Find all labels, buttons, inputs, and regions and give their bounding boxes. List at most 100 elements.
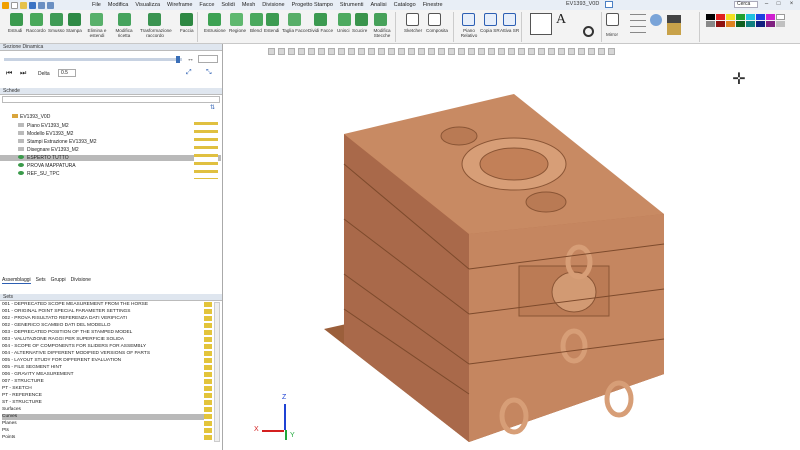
- dynamic-swap-icon[interactable]: ↔: [187, 56, 194, 63]
- fillet-transform-icon[interactable]: [148, 13, 161, 26]
- view-icon[interactable]: [438, 48, 445, 55]
- tree-item[interactable]: REF_SU_TPC: [0, 171, 221, 177]
- layer-row[interactable]: 005 - LAYOUT STUDY FOR DIFFERENT EVALUAT…: [2, 358, 212, 364]
- menu-modifica[interactable]: Modifica: [108, 2, 128, 8]
- brush-icon[interactable]: [667, 15, 681, 35]
- menu-facce[interactable]: Facce: [199, 2, 214, 8]
- line-tools-icon[interactable]: [530, 13, 552, 35]
- save-icon[interactable]: [29, 1, 36, 9]
- view-icon[interactable]: [368, 48, 375, 55]
- layer-row[interactable]: Points: [2, 435, 212, 441]
- color-swatch-magenta[interactable]: [766, 14, 775, 20]
- maximize-icon[interactable]: □: [774, 1, 783, 8]
- tree-item[interactable]: PROVA MAPPATURA: [0, 163, 221, 169]
- view-icon[interactable]: [318, 48, 325, 55]
- stamp-icon[interactable]: [68, 13, 81, 26]
- app-logo-icon[interactable]: [2, 1, 9, 9]
- menu-catalogo[interactable]: Catalogo: [394, 2, 416, 8]
- color-swatch-teal[interactable]: [746, 21, 755, 27]
- navigation-cube-icon[interactable]: ✛: [729, 70, 749, 90]
- mold-model[interactable]: [224, 44, 800, 450]
- mirror-icon[interactable]: [606, 13, 619, 26]
- menu-finestre[interactable]: Finestre: [423, 2, 443, 8]
- view-icon[interactable]: [558, 48, 565, 55]
- tree-item-selected[interactable]: ESPERTO TUTTO: [0, 155, 221, 161]
- view-icon[interactable]: [598, 48, 605, 55]
- view-icon[interactable]: [268, 48, 275, 55]
- view-icon[interactable]: [478, 48, 485, 55]
- view-icon[interactable]: [458, 48, 465, 55]
- color-swatch-green[interactable]: [736, 14, 745, 20]
- menu-visualizza[interactable]: Visualizza: [135, 2, 160, 8]
- tree-filter-input[interactable]: [2, 96, 220, 103]
- view-icon[interactable]: [568, 48, 575, 55]
- extrusion-icon[interactable]: [208, 13, 221, 26]
- color-swatch-red[interactable]: [716, 14, 725, 20]
- view-grid-icon[interactable]: [630, 14, 646, 38]
- unstitch-icon[interactable]: [355, 13, 368, 26]
- layer-row[interactable]: 002 - GENERICO SCAMBIO DATI DEL MODELLO: [2, 323, 212, 329]
- view-icon[interactable]: [328, 48, 335, 55]
- view-icon[interactable]: [338, 48, 345, 55]
- palette-icon[interactable]: [650, 14, 662, 26]
- tab-gruppi[interactable]: Gruppi: [51, 277, 66, 284]
- view-icon[interactable]: [278, 48, 285, 55]
- relative-plane-icon[interactable]: [462, 13, 475, 26]
- extrude-icon[interactable]: [10, 13, 23, 26]
- view-icon[interactable]: [428, 48, 435, 55]
- view-icon[interactable]: [288, 48, 295, 55]
- color-swatch-orange[interactable]: [726, 21, 735, 27]
- layer-row[interactable]: Planes: [2, 421, 212, 427]
- layer-row[interactable]: 004 - SCOPE OF COMPONENTS FOR SLIDERS FO…: [2, 344, 212, 350]
- view-icon[interactable]: [498, 48, 505, 55]
- redo-icon[interactable]: [47, 1, 54, 9]
- tree-expand-icon[interactable]: ⇅: [210, 104, 215, 111]
- color-swatch-black[interactable]: [706, 14, 715, 20]
- composite-icon[interactable]: [428, 13, 441, 26]
- menu-divisione[interactable]: Divisione: [262, 2, 284, 8]
- open-icon[interactable]: [20, 1, 27, 9]
- 3d-viewport[interactable]: Z X Y ✛: [224, 44, 800, 450]
- chamfer-icon[interactable]: [50, 13, 63, 26]
- dynamic-section-slider[interactable]: [4, 58, 182, 61]
- layer-row[interactable]: 007 - STRUCTURE: [2, 379, 212, 385]
- view-icon[interactable]: [388, 48, 395, 55]
- merge-icon[interactable]: [338, 13, 351, 26]
- layer-row[interactable]: PT - REFERENCE: [2, 393, 212, 399]
- tree-item[interactable]: Modello EV1393_M2: [0, 131, 221, 137]
- zoom-fit-icon[interactable]: ⤡: [206, 69, 212, 77]
- color-swatch-cyan[interactable]: [746, 14, 755, 20]
- color-swatch-purple[interactable]: [766, 21, 775, 27]
- layer-row[interactable]: 003 - VALUTAZIONE RAGGI PER SUPERFICIE S…: [2, 337, 212, 343]
- extend-icon[interactable]: [266, 13, 279, 26]
- step-value-input[interactable]: 0.5: [58, 69, 76, 77]
- delete-extend-icon[interactable]: [90, 13, 103, 26]
- color-swatch-yellow[interactable]: [726, 14, 735, 20]
- tab-sets[interactable]: Sets: [36, 277, 46, 284]
- undo-icon[interactable]: [38, 1, 45, 9]
- search-input[interactable]: Cerca: [734, 1, 758, 8]
- layers-scrollbar[interactable]: [214, 302, 220, 442]
- view-icon[interactable]: [308, 48, 315, 55]
- modify-rods-icon[interactable]: [374, 13, 387, 26]
- menu-strumenti[interactable]: Strumenti: [340, 2, 364, 8]
- layer-row[interactable]: 004 - ALTERNATIVE DIFFERENT MODIFIED VER…: [2, 351, 212, 357]
- layer-row[interactable]: Pts: [2, 428, 212, 434]
- color-swatch-navy[interactable]: [756, 21, 765, 27]
- menu-file[interactable]: File: [92, 2, 101, 8]
- view-icon[interactable]: [468, 48, 475, 55]
- menu-wireframe[interactable]: Wireframe: [167, 2, 192, 8]
- view-icon[interactable]: [578, 48, 585, 55]
- layer-row[interactable]: Surfaces: [2, 407, 212, 413]
- fillet-icon[interactable]: [30, 13, 43, 26]
- color-swatch-silver[interactable]: [776, 21, 785, 27]
- layer-row-selected[interactable]: Curves: [2, 414, 212, 420]
- view-icon[interactable]: [608, 48, 615, 55]
- sketcher-icon[interactable]: [406, 13, 419, 26]
- layer-row[interactable]: 001 - DEPRECATED SCOPE MEASUREMENT FROM …: [2, 302, 212, 308]
- menu-solidi[interactable]: Solidi: [221, 2, 234, 8]
- copy-sr-icon[interactable]: [484, 13, 497, 26]
- menu-analisi[interactable]: Analisi: [370, 2, 386, 8]
- layer-row[interactable]: 003 - DEPRECATED POSITION OF THE STAMPED…: [2, 330, 212, 336]
- face-icon[interactable]: [180, 13, 193, 26]
